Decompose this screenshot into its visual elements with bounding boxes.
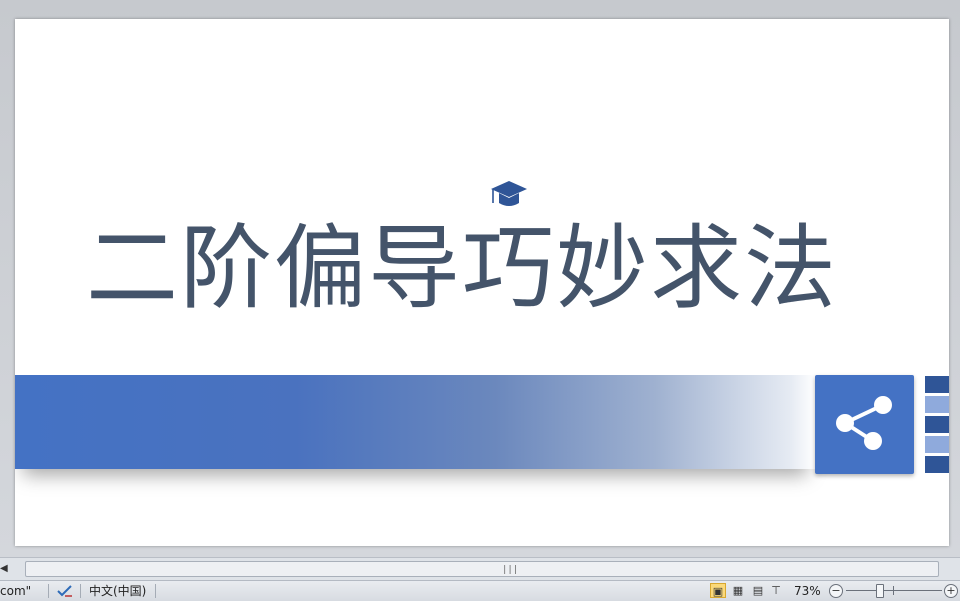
normal-view-icon[interactable]: ▣ (710, 583, 726, 598)
status-text-fragment: com" (0, 584, 32, 598)
scrollbar-grip-icon: ||| (502, 565, 519, 575)
share-button[interactable] (815, 375, 914, 474)
side-tab (925, 396, 949, 413)
slideshow-view-icon[interactable]: ⊤ (768, 583, 784, 598)
graduation-cap-icon (491, 181, 527, 206)
status-bar: com" 中文(中国) ▣ ▦ ▤ ⊤ 73% − + (0, 580, 960, 601)
slide-sorter-view-icon[interactable]: ▦ (730, 583, 746, 598)
zoom-in-button[interactable]: + (944, 584, 958, 598)
reading-view-icon[interactable]: ▤ (750, 583, 766, 598)
status-separator (80, 584, 81, 598)
scrollbar-thumb[interactable]: ||| (25, 561, 939, 577)
spell-check-icon[interactable] (56, 584, 74, 601)
side-tab-strip (925, 376, 949, 476)
zoom-slider-thumb[interactable] (876, 584, 884, 598)
language-indicator[interactable]: 中文(中国) (89, 584, 146, 598)
slide-editing-area: 二阶偏导巧妙求法 (0, 0, 960, 557)
zoom-slider-center-mark (893, 586, 894, 595)
side-tab (925, 416, 949, 433)
side-tab (925, 436, 949, 453)
zoom-slider-track[interactable] (846, 590, 942, 591)
share-icon (836, 396, 892, 450)
horizontal-scrollbar[interactable]: ◀ ||| (0, 557, 960, 580)
status-separator (48, 584, 49, 598)
side-tab (925, 456, 949, 473)
side-tab (925, 376, 949, 393)
status-separator (155, 584, 156, 598)
slide-title[interactable]: 二阶偏导巧妙求法 (15, 214, 949, 324)
slide-canvas[interactable]: 二阶偏导巧妙求法 (15, 19, 949, 546)
zoom-out-button[interactable]: − (829, 584, 843, 598)
gradient-banner (15, 375, 815, 469)
scroll-left-arrow-icon[interactable]: ◀ (0, 562, 8, 576)
zoom-level[interactable]: 73% (794, 584, 821, 598)
